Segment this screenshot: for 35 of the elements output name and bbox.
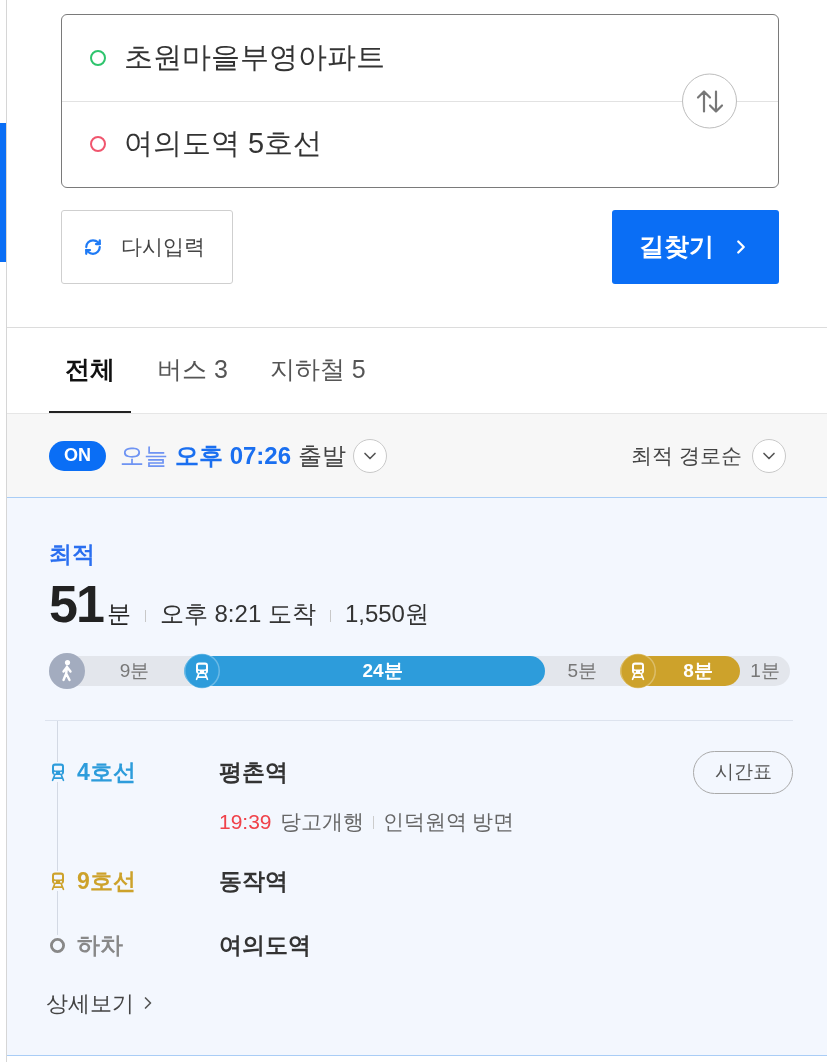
swap-arrows-icon	[694, 88, 725, 114]
station-name: 여의도역	[219, 930, 311, 960]
line-label: 4호선	[77, 757, 136, 787]
departure-time-button[interactable]: 오늘 오후 07:26 출발	[120, 437, 388, 474]
segment-duration: 8분	[683, 658, 713, 683]
departure-time: 19:39	[219, 809, 272, 836]
chevron-down-icon	[353, 438, 388, 473]
segment-duration: 24분	[362, 658, 403, 683]
destination-field[interactable]: 여의도역 5호선	[124, 122, 668, 167]
refresh-icon	[84, 238, 102, 256]
direction-text: 인덕원역 방면	[382, 809, 515, 836]
chevron-down-icon	[752, 438, 786, 473]
station-name: 동작역	[219, 866, 288, 896]
sort-button[interactable]: 최적 경로순	[631, 438, 786, 473]
train-destination: 당고개행	[279, 809, 364, 836]
reset-button[interactable]: 다시입력	[61, 210, 233, 284]
fare: 1,550원	[344, 599, 429, 629]
tab[interactable]: 지하철 5	[253, 328, 382, 413]
walk-duration: 5분	[567, 658, 598, 683]
search-button[interactable]: 길찾기	[612, 210, 779, 284]
station-name: 평촌역	[219, 757, 288, 787]
train-icon	[184, 653, 221, 689]
origin-field[interactable]: 초원마을부영아파트	[124, 35, 668, 80]
travel-time: 51분	[49, 578, 131, 632]
status-badge: ON	[49, 440, 106, 471]
walk-duration: 9분	[119, 658, 150, 683]
line-label: 9호선	[77, 866, 136, 896]
route-tag: 최적	[49, 536, 95, 572]
route-card[interactable]: 최적 51분 오후 8:21 도착 1,550원 9분 24분 5분 8분 1분 4호선 평촌역 시간표 19:39 당고개행 인덕원역 방면 9호선 동작역 하차 여의도역 상세보기	[7, 498, 827, 1056]
arrival-time: 오후 8:21 도착	[159, 599, 316, 629]
alight-label: 하차	[77, 930, 123, 960]
train-icon	[619, 653, 656, 689]
walk-duration: 1분	[750, 658, 780, 683]
details-link[interactable]: 상세보기	[46, 989, 158, 1017]
tab[interactable]: 버스 3	[141, 328, 244, 413]
